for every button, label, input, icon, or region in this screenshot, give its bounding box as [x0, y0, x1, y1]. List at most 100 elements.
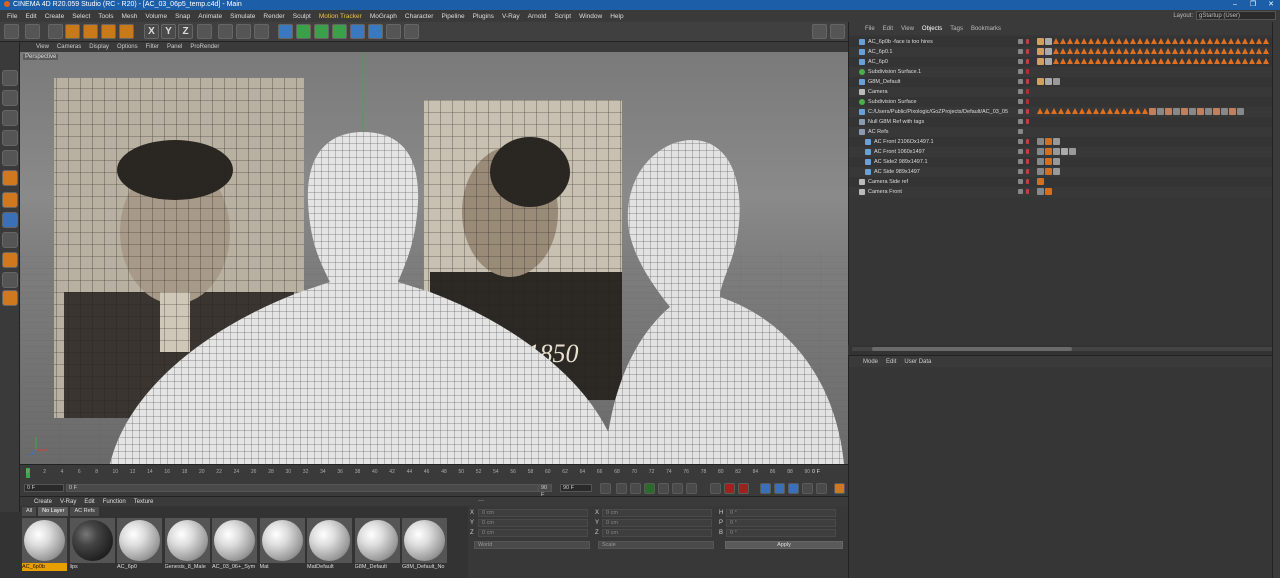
scale-mode-dropdown[interactable]: Scale: [598, 541, 714, 549]
texture-tag-icon[interactable]: [1130, 38, 1136, 44]
visibility-dot-icon[interactable]: [1026, 59, 1029, 64]
menu-snap[interactable]: Snap: [171, 13, 194, 20]
visibility-dot-icon[interactable]: [1026, 179, 1029, 184]
camera-object-icon[interactable]: [386, 24, 401, 39]
move-tool-icon[interactable]: [65, 24, 80, 39]
texture-tag-icon[interactable]: [1058, 108, 1064, 114]
material-swatch[interactable]: MatDefault: [307, 518, 352, 570]
object-row[interactable]: Subdivision Surface: [849, 97, 1273, 107]
start-frame-field[interactable]: 0 F: [24, 484, 64, 492]
texture-tag-icon[interactable]: [1256, 58, 1262, 64]
texture-tag-icon[interactable]: [1051, 108, 1057, 114]
array-generator-icon[interactable]: [332, 24, 347, 39]
visibility-dot-icon[interactable]: [1026, 159, 1029, 164]
texture-tag-icon[interactable]: [1151, 38, 1157, 44]
layer-color-icon[interactable]: [1018, 99, 1023, 104]
material-tag-icon[interactable]: [1237, 108, 1244, 115]
texture-tag-icon[interactable]: [1109, 38, 1115, 44]
object-row[interactable]: G8M_Default: [849, 77, 1273, 87]
cube-object-icon[interactable]: [278, 24, 293, 39]
material-menu-texture[interactable]: Texture: [130, 499, 158, 505]
position-key-icon[interactable]: [760, 483, 771, 494]
texture-tag-icon[interactable]: [1193, 38, 1199, 44]
material-tag-icon[interactable]: [1173, 108, 1180, 115]
menu-file[interactable]: File: [3, 13, 21, 20]
texture-tag-icon[interactable]: [1172, 48, 1178, 54]
texture-tag-icon[interactable]: [1200, 58, 1206, 64]
redo-icon[interactable]: [25, 24, 40, 39]
phong-tag-icon[interactable]: [1037, 158, 1044, 165]
texture-tag-icon[interactable]: [1109, 58, 1115, 64]
object-row[interactable]: Null G8M Ref with tags: [849, 117, 1273, 127]
menu-edit[interactable]: Edit: [21, 13, 40, 20]
material-tag-icon[interactable]: [1165, 108, 1172, 115]
material-filter-ac-refs[interactable]: AC Refs: [70, 507, 99, 516]
texture-tag-icon[interactable]: [1137, 58, 1143, 64]
layer-color-icon[interactable]: [1018, 149, 1023, 154]
texture-tag-icon[interactable]: [1165, 38, 1171, 44]
object-menu-tags[interactable]: Tags: [946, 26, 967, 32]
texture-tag-icon[interactable]: [1053, 38, 1059, 44]
texture-tag-icon[interactable]: [1214, 48, 1220, 54]
protection-tag-icon[interactable]: [1045, 188, 1052, 195]
object-row[interactable]: AC Side2 989x1497.1: [849, 157, 1273, 167]
layer-color-icon[interactable]: [1018, 119, 1023, 124]
texture-tag-icon[interactable]: [1079, 108, 1085, 114]
texture-tag-icon[interactable]: [1172, 58, 1178, 64]
material-filter-no-layer[interactable]: No Layer: [38, 507, 69, 516]
polygons-mode-icon[interactable]: [2, 170, 18, 186]
timeline-ruler[interactable]: 0 2 4 6 8 10 12 14 16 18 20 22 24 26 28 30 32 34 36 38 40 42 4…: [20, 464, 848, 482]
texture-tag-icon[interactable]: [1221, 38, 1227, 44]
visibility-dot-icon[interactable]: [1026, 149, 1029, 154]
texture-tag-icon[interactable]: [1102, 38, 1108, 44]
material-tag-icon[interactable]: [1053, 168, 1060, 175]
texture-tag-icon[interactable]: [1165, 58, 1171, 64]
workplane-mode-icon[interactable]: [2, 110, 18, 126]
texture-tag-icon[interactable]: [1095, 48, 1101, 54]
object-row[interactable]: Subdivision Surface.1: [849, 67, 1273, 77]
menu-plugins[interactable]: Plugins: [469, 13, 498, 20]
material-tag-icon[interactable]: [1053, 158, 1060, 165]
deformer-icon[interactable]: [350, 24, 365, 39]
texture-tag-icon[interactable]: [1130, 48, 1136, 54]
menu-help[interactable]: Help: [606, 13, 627, 20]
layer-color-icon[interactable]: [1018, 179, 1023, 184]
object-row[interactable]: AC_6p0b -face is too hires: [849, 37, 1273, 54]
enabled-cross-icon[interactable]: [1026, 89, 1029, 94]
texture-tag-icon[interactable]: [1074, 58, 1080, 64]
visibility-dot-icon[interactable]: [1026, 109, 1029, 114]
texture-tag-icon[interactable]: [1186, 38, 1192, 44]
material-filter-all[interactable]: All: [22, 507, 37, 516]
texture-tag-icon[interactable]: [1095, 38, 1101, 44]
attribute-menu-edit[interactable]: Edit: [882, 359, 900, 365]
texture-tag-icon[interactable]: [1214, 58, 1220, 64]
material-tag-icon[interactable]: [1189, 108, 1196, 115]
coord-value-field[interactable]: 0 cm: [478, 519, 588, 527]
texture-tag-icon[interactable]: [1128, 108, 1134, 114]
checker-tag-icon[interactable]: [1045, 58, 1052, 65]
viewport-menu-view[interactable]: View: [32, 44, 53, 50]
texture-tag-icon[interactable]: [1053, 48, 1059, 54]
coord-value-field[interactable]: 0 cm: [478, 509, 588, 517]
material-swatch[interactable]: AC_03_06+_Sym: [212, 518, 257, 570]
maximize-button[interactable]: ❐: [1244, 0, 1262, 10]
texture-tag-icon[interactable]: [1263, 48, 1269, 54]
material-menu-create[interactable]: Create: [30, 499, 56, 505]
texture-tag-icon[interactable]: [1116, 38, 1122, 44]
material-swatch[interactable]: Mat: [259, 518, 305, 570]
protection-tag-icon[interactable]: [1037, 178, 1044, 185]
material-swatch[interactable]: AC_6p0: [117, 518, 162, 570]
texture-tag-icon[interactable]: [1263, 58, 1269, 64]
visibility-dot-icon[interactable]: [1026, 169, 1029, 174]
menu-create[interactable]: Create: [41, 13, 69, 20]
texture-tag-icon[interactable]: [1263, 38, 1269, 44]
undo-icon[interactable]: [4, 24, 19, 39]
visibility-dot-icon[interactable]: [1026, 79, 1029, 84]
viewport-menu-display[interactable]: Display: [85, 44, 113, 50]
texture-tag-icon[interactable]: [1214, 38, 1220, 44]
texture-tag-icon[interactable]: [1045, 138, 1052, 145]
texture-tag-icon[interactable]: [1060, 48, 1066, 54]
texture-tag-icon[interactable]: [1088, 58, 1094, 64]
checker-tag-icon[interactable]: [1045, 48, 1052, 55]
menu-animate[interactable]: Animate: [194, 13, 226, 20]
